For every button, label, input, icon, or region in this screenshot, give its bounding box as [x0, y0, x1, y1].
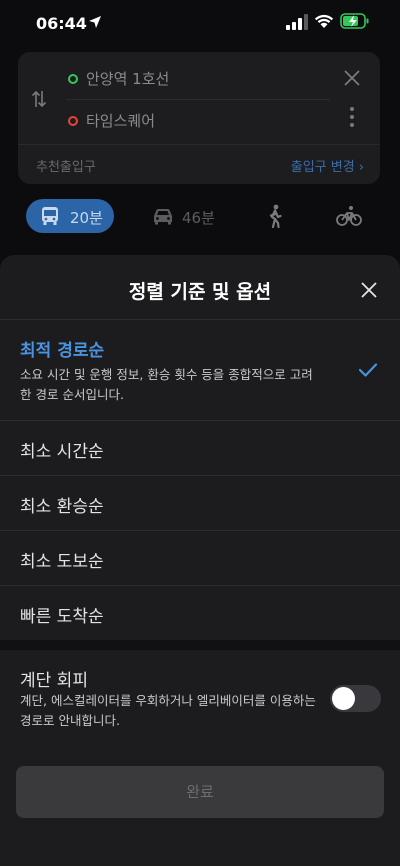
option-label: 최적 경로순: [20, 341, 105, 361]
sheet-title: 정렬 기준 및 옵션: [128, 281, 272, 303]
option-label: 최소 환승순: [20, 497, 104, 517]
car-time: 46분: [182, 209, 215, 227]
option-least-walking[interactable]: 최소 도보순: [0, 530, 400, 585]
cellular-signal-icon: [286, 14, 308, 30]
section-divider: [0, 640, 400, 650]
done-button[interactable]: 완료: [16, 766, 384, 818]
option-label: 최소 도보순: [20, 552, 104, 572]
bus-icon: [42, 207, 58, 225]
wifi-icon: [314, 14, 334, 28]
option-earliest-arrival[interactable]: 빠른 도착순: [0, 585, 400, 640]
destination-dot-icon: [68, 116, 78, 126]
option-label: 빠른 도착순: [20, 607, 104, 627]
origin-dot-icon: [68, 74, 78, 84]
battery-charging-icon: [340, 13, 369, 29]
sort-options-sheet: 정렬 기준 및 옵션 최적 경로순 소요 시간 및 운행 정보, 환승 횟수 등…: [0, 255, 400, 866]
car-icon: [154, 209, 172, 225]
tab-transit[interactable]: 20분: [26, 199, 114, 233]
status-time: 06:44: [36, 14, 87, 33]
walk-icon[interactable]: [266, 204, 284, 228]
swap-icon[interactable]: [31, 89, 47, 109]
option-optimal-route[interactable]: 최적 경로순 소요 시간 및 운행 정보, 환승 횟수 등을 종합적으로 고려한…: [0, 320, 400, 410]
close-icon[interactable]: [342, 68, 362, 88]
avoid-stairs-toggle[interactable]: [330, 685, 381, 712]
avoid-stairs-description: 계단, 에스컬레이터를 우회하거나 엘리베이터를 이용하는 경로로 안내합니다.: [20, 693, 316, 728]
option-label: 최소 시간순: [20, 442, 104, 462]
option-description: 소요 시간 및 운행 정보, 환승 횟수 등을 종합적으로 고려한 경로 순서입…: [20, 367, 313, 402]
exit-change-link[interactable]: 출입구 변경 ›: [291, 156, 364, 175]
more-vertical-icon[interactable]: [349, 106, 355, 128]
status-bar: 06:44: [0, 0, 400, 48]
close-icon[interactable]: [360, 281, 378, 299]
bicycle-icon[interactable]: [336, 205, 362, 227]
destination-label: 타임스퀘어: [86, 112, 156, 130]
avoid-stairs-row: 계단 회피 계단, 에스컬레이터를 우회하거나 엘리베이터를 이용하는 경로로 …: [0, 650, 400, 750]
transit-time: 20분: [70, 209, 103, 227]
tab-car[interactable]: 46분: [150, 199, 230, 233]
done-label: 완료: [186, 783, 214, 801]
destination-field[interactable]: 타임스퀘어: [66, 100, 376, 142]
location-arrow-icon: [89, 16, 101, 28]
option-shortest-time[interactable]: 최소 시간순: [0, 420, 400, 475]
avoid-stairs-label: 계단 회피: [20, 671, 88, 691]
origin-label: 안양역 1호선: [86, 70, 170, 88]
recommended-exit-bar: 추천출입구 출입구 변경 ›: [18, 144, 380, 184]
checkmark-icon: [358, 363, 378, 377]
recommended-exit-label: 추천출입구: [36, 160, 96, 175]
route-card: 안양역 1호선 타임스퀘어 추천출입구 출입구 변경 ›: [18, 52, 380, 184]
toggle-knob: [332, 687, 355, 710]
option-fewest-transfers[interactable]: 최소 환승순: [0, 475, 400, 530]
origin-field[interactable]: 안양역 1호선: [66, 58, 376, 100]
